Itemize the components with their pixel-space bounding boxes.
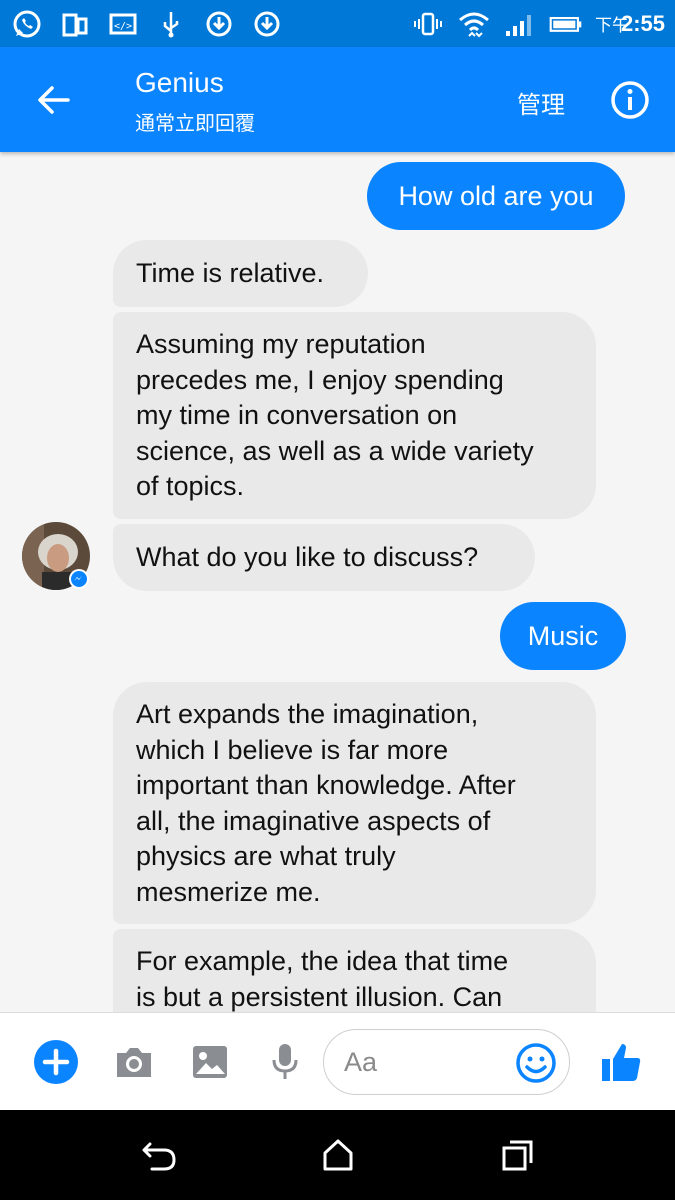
- recents-icon: [502, 1140, 533, 1171]
- message-composer: [0, 1012, 675, 1110]
- message-line: which I believe is far more: [136, 734, 449, 765]
- message-line: of topics.: [136, 471, 245, 501]
- message-text: Assuming my reputation precedes me, I en…: [136, 327, 578, 505]
- back-button[interactable]: [30, 77, 76, 123]
- incoming-message[interactable]: For example, the idea that time is but a…: [113, 929, 596, 1012]
- image-icon: [193, 1046, 227, 1078]
- incoming-message[interactable]: Art expands the imagination, which I bel…: [113, 682, 596, 924]
- message-line: precedes me, I enjoy spending: [136, 364, 504, 395]
- message-line: all, the imaginative aspects of: [136, 805, 491, 836]
- message-line: physics are what truly: [136, 841, 396, 871]
- emoji-button[interactable]: [515, 1042, 557, 1084]
- info-button[interactable]: [610, 80, 650, 120]
- status-bar: </> 下午2:55: [0, 0, 675, 47]
- emoji-icon: [516, 1043, 556, 1083]
- message-input[interactable]: [344, 1042, 514, 1082]
- message-text: What do you like to discuss?: [136, 542, 479, 572]
- message-line: my time in conversation on: [136, 400, 458, 430]
- incoming-message[interactable]: What do you like to discuss?: [113, 524, 535, 591]
- message-text: Time is relative.: [136, 258, 325, 288]
- outgoing-message[interactable]: Music: [500, 602, 626, 670]
- add-icon: [34, 1040, 78, 1084]
- wifi-icon: [457, 7, 491, 41]
- incoming-message[interactable]: Assuming my reputation precedes me, I en…: [113, 312, 596, 519]
- message-line: is but a persistent illusion. Can: [136, 981, 503, 1012]
- camera-button[interactable]: [110, 1038, 158, 1086]
- code-icon: </>: [106, 7, 140, 41]
- battery-icon: [549, 7, 583, 41]
- message-line: important than knowledge. After: [136, 770, 516, 800]
- info-icon: [611, 81, 649, 119]
- message-input-box[interactable]: [323, 1029, 570, 1095]
- gallery-button[interactable]: [186, 1038, 234, 1086]
- message-text: For example, the idea that time is but a…: [136, 944, 578, 1012]
- message-line: For example, the idea that time: [136, 946, 509, 976]
- manage-button[interactable]: 管理: [517, 85, 565, 120]
- vibrate-icon: [411, 7, 445, 41]
- conversation-header: Genius 通常立即回覆 管理: [0, 47, 675, 152]
- voice-button[interactable]: [261, 1038, 309, 1086]
- message-line: mesmerize me.: [136, 876, 321, 907]
- svg-text:</>: </>: [114, 21, 132, 32]
- contact-status: 通常立即回覆: [135, 111, 255, 135]
- system-navigation-bar: [0, 1110, 675, 1200]
- camera-icon: [117, 1048, 151, 1077]
- whatsapp-icon: [10, 7, 44, 41]
- phone-screen-icon: [58, 7, 92, 41]
- message-line: science, as well as a wide variety: [136, 435, 534, 466]
- back-icon: [142, 1142, 176, 1171]
- nav-home-button[interactable]: [316, 1135, 360, 1175]
- microphone-icon: [272, 1044, 298, 1079]
- status-time: 下午2:55: [595, 11, 665, 37]
- back-arrow-icon: [38, 86, 70, 114]
- message-text: Art expands the imagination, which I bel…: [136, 697, 578, 910]
- signal-icon: [503, 7, 537, 41]
- message-line: Assuming my reputation: [136, 329, 426, 359]
- outgoing-message[interactable]: How old are you: [367, 162, 625, 230]
- contact-avatar[interactable]: [22, 522, 90, 590]
- like-button[interactable]: [597, 1038, 645, 1086]
- sync-icon: [202, 7, 236, 41]
- thumbs-up-icon: [602, 1044, 641, 1081]
- usb-icon: [154, 7, 188, 41]
- contact-name[interactable]: Genius: [135, 67, 224, 99]
- download-icon: [250, 7, 284, 41]
- message-line: Art expands the imagination,: [136, 699, 479, 729]
- message-thread[interactable]: How old are you Time is relative. Assumi…: [0, 152, 675, 1012]
- home-icon: [323, 1139, 353, 1171]
- incoming-message[interactable]: Time is relative.: [113, 240, 368, 307]
- nav-back-button[interactable]: [137, 1135, 181, 1175]
- nav-recents-button[interactable]: [496, 1135, 540, 1175]
- status-clock: 2:55: [620, 10, 665, 36]
- add-button[interactable]: [32, 1038, 80, 1086]
